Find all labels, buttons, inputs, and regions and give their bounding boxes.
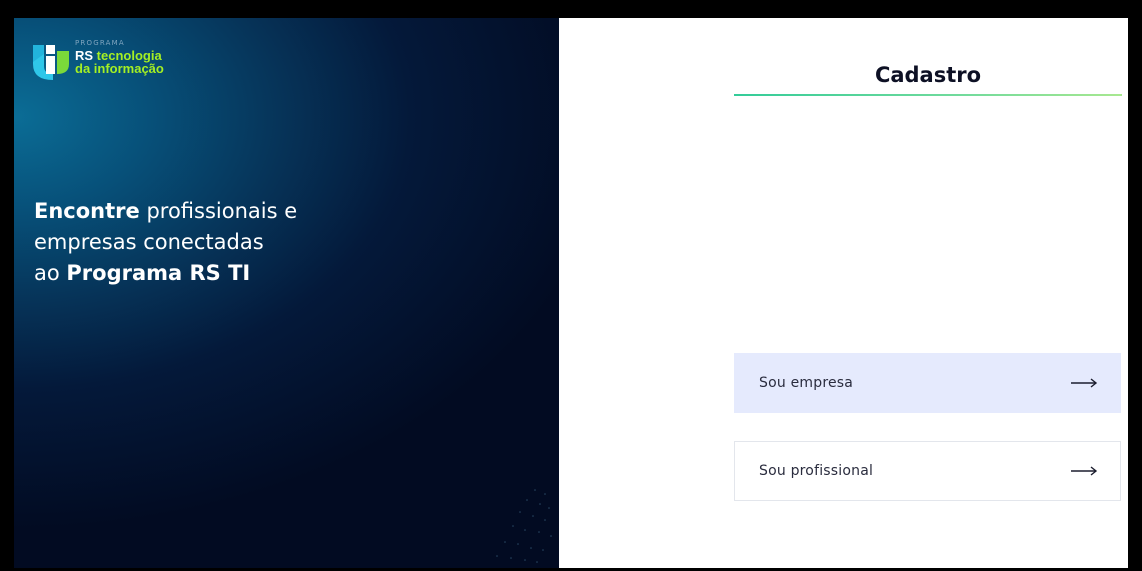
arrow-right-icon	[1071, 378, 1098, 388]
hero-headline: Encontre profissionais e empresas conect…	[34, 196, 414, 289]
headline-program-name: Programa RS TI	[66, 261, 251, 286]
option-professional-label: Sou profissional	[759, 463, 874, 479]
option-company-button[interactable]: Sou empresa	[734, 353, 1121, 413]
logo-wordmark: PROGRAMA RS tecnologia da informação	[75, 38, 164, 76]
hero-panel: PROGRAMA RS tecnologia da informação Enc…	[14, 18, 559, 568]
arrow-right-icon	[1071, 466, 1098, 476]
page-viewport: PROGRAMA RS tecnologia da informação Enc…	[14, 18, 1128, 568]
headline-line2: empresas conectadas	[34, 230, 264, 255]
option-company-label: Sou empresa	[759, 375, 854, 391]
page-title: Cadastro	[874, 63, 982, 88]
headline-line3-pre: ao	[34, 261, 67, 286]
headline-line1-rest: profissionais e	[139, 199, 298, 224]
logo-line-2: da informação	[75, 61, 164, 76]
logo-program-label: PROGRAMA	[75, 39, 125, 47]
headline-encontre: Encontre	[34, 199, 140, 224]
program-logo[interactable]: PROGRAMA RS tecnologia da informação	[32, 38, 164, 82]
option-professional-button[interactable]: Sou profissional	[734, 441, 1121, 501]
decorative-dot-pattern	[496, 489, 552, 563]
screen-frame: PROGRAMA RS tecnologia da informação Enc…	[0, 0, 1142, 571]
logo-mark-icon	[33, 45, 69, 80]
title-underline	[734, 94, 1122, 96]
